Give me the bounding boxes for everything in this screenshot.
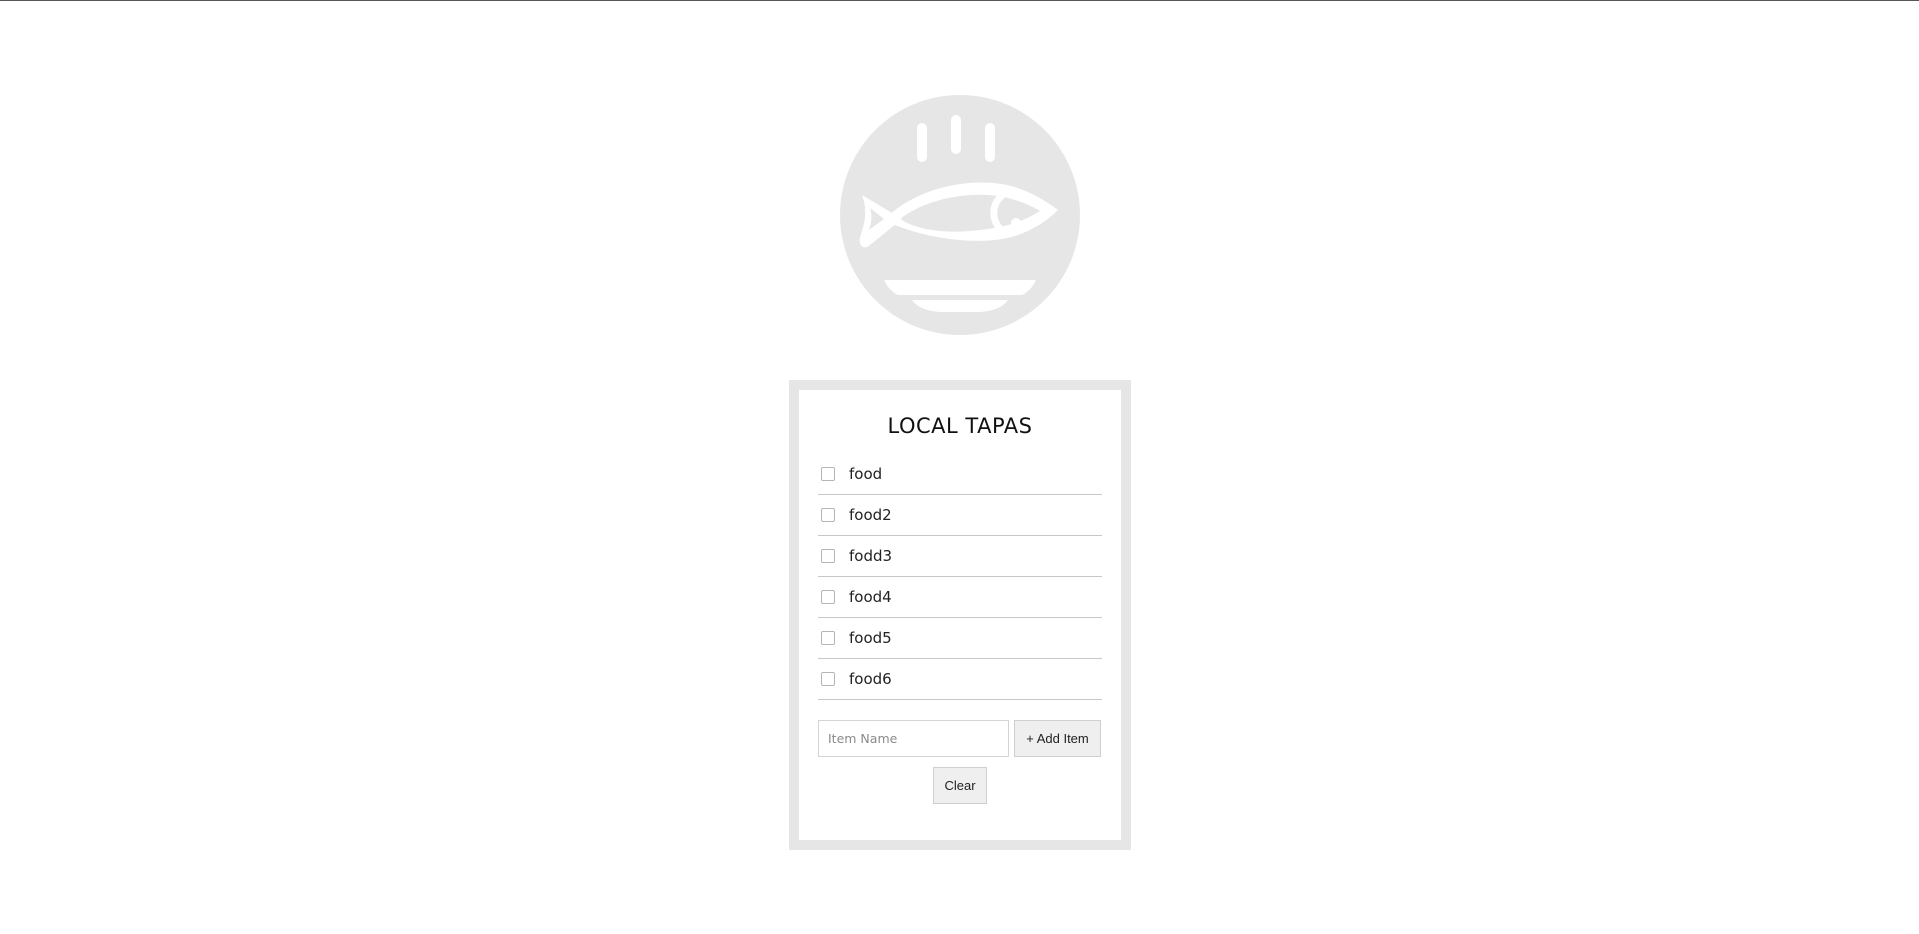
top-border — [0, 0, 1919, 1]
item-checkbox[interactable] — [821, 549, 835, 563]
item-checkbox[interactable] — [821, 672, 835, 686]
list-item: food6 — [818, 659, 1102, 700]
item-list: food food2 fodd3 food4 food5 food6 — [818, 454, 1102, 700]
item-label: food2 — [849, 506, 892, 524]
item-label: food4 — [849, 588, 892, 606]
add-item-row: + Add Item — [818, 720, 1102, 757]
page-title: LOCAL TAPAS — [887, 414, 1033, 438]
list-card-body: LOCAL TAPAS food food2 fodd3 food4 food5 — [799, 390, 1121, 840]
list-item: food — [818, 454, 1102, 495]
item-label: food6 — [849, 670, 892, 688]
item-checkbox[interactable] — [821, 631, 835, 645]
item-checkbox[interactable] — [821, 467, 835, 481]
add-item-button[interactable]: + Add Item — [1014, 720, 1101, 757]
item-label: food — [849, 465, 883, 483]
item-label: food5 — [849, 629, 892, 647]
list-item: food2 — [818, 495, 1102, 536]
fish-on-plate-icon — [840, 95, 1080, 335]
item-label: fodd3 — [849, 547, 893, 565]
list-card: LOCAL TAPAS food food2 fodd3 food4 food5 — [789, 380, 1131, 850]
clear-button[interactable]: Clear — [933, 767, 987, 804]
clear-row: Clear — [818, 767, 1102, 804]
list-item: food5 — [818, 618, 1102, 659]
item-name-input[interactable] — [818, 720, 1009, 757]
list-item: fodd3 — [818, 536, 1102, 577]
item-checkbox[interactable] — [821, 508, 835, 522]
item-checkbox[interactable] — [821, 590, 835, 604]
list-item: food4 — [818, 577, 1102, 618]
